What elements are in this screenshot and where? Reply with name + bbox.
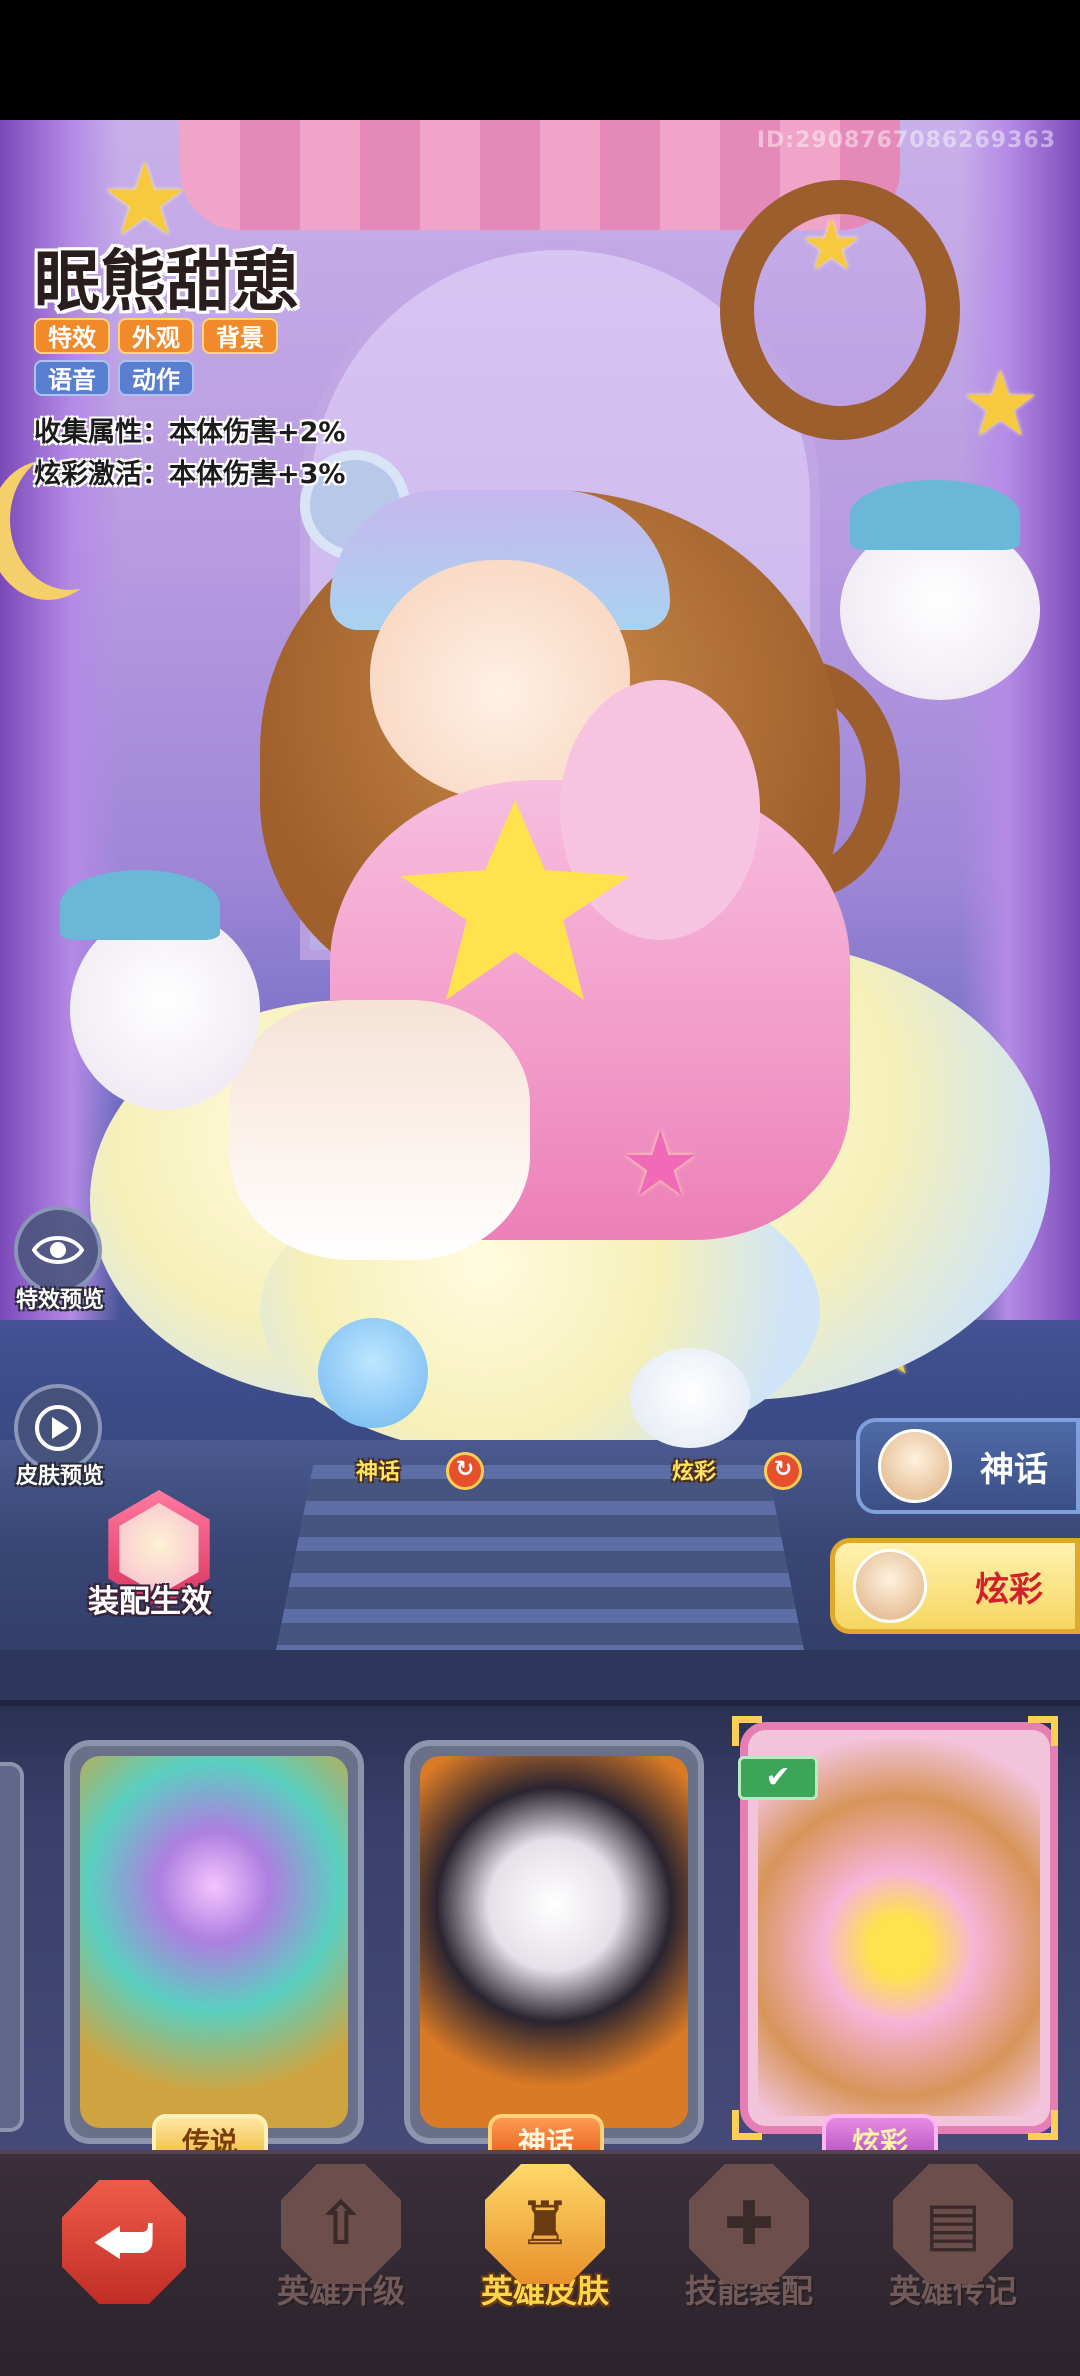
stage-stairs [270,1465,810,1680]
skin-icon: ♜ [485,2164,605,2284]
swap-pet-myth-icon[interactable]: ↻ [446,1452,484,1490]
status-bar [0,0,1080,120]
skin-card-partial[interactable] [0,1762,24,2132]
pink-star-decoration: ★ [620,1112,701,1217]
selection-corner [732,2110,762,2140]
equip-label: 装配生效 [88,1584,212,1620]
nav-hero-upgrade[interactable]: ⇧ 英雄升级 [256,2164,426,2364]
pet-color[interactable] [630,1348,750,1448]
variant-avatar [853,1549,927,1623]
variant-avatar [878,1429,952,1503]
effect-preview-button[interactable] [14,1206,102,1294]
tag-voice: 语音 [34,360,110,396]
stage-floor [0,1650,1080,1700]
tag-appearance: 外观 [118,318,194,354]
sword-icon: ✚ [689,2164,809,2284]
skin-title: 眠熊甜憩 [34,243,298,320]
variant-tab-color[interactable]: 炫彩 [830,1538,1080,1634]
skin-card-art [420,1756,688,2128]
variant-tab-color-label: 炫彩 [975,1569,1043,1610]
back-arrow-icon: ⮨ [94,2205,154,2279]
skin-feature-tags: 特效 外观 背景 [34,318,278,354]
tag-motion: 动作 [118,360,194,396]
equipped-check-icon: ✔ [738,1756,818,1800]
pet-color-label: 炫彩 [672,1460,717,1485]
nav-hero-skin[interactable]: ♜ 英雄皮肤 [460,2164,630,2364]
character-legs [230,1000,530,1260]
swap-pet-color-icon[interactable]: ↻ [764,1452,802,1490]
nav-hero-biography[interactable]: ▤ 英雄传记 [868,2164,1038,2364]
eye-icon [32,1236,84,1264]
skin-card-art [80,1756,348,2128]
hair-ponytail [720,180,960,440]
skin-feature-tags: 语音 动作 [34,360,194,396]
effect-preview-label: 特效预览 [15,1288,104,1313]
tag-background: 背景 [202,318,278,354]
selection-corner [1028,1716,1058,1746]
teddy-bear-left [70,910,260,1110]
back-button[interactable]: ⮨ [62,2180,186,2304]
nav-skill-equip[interactable]: ✚ 技能装配 [664,2164,834,2364]
skin-preview-label: 皮肤预览 [15,1464,104,1489]
player-id: ID:2908767086269363 [756,128,1056,153]
color-attribute: 炫彩激活：本体伤害+3% [34,459,346,490]
tag-effect: 特效 [34,318,110,354]
star-decoration: ★ [960,352,1041,457]
upgrade-arrow-icon: ⇧ [281,2164,401,2284]
collect-attribute: 收集属性：本体伤害+2% [34,417,346,448]
teddy-nightcap [60,870,220,940]
pet-myth[interactable] [318,1318,428,1428]
selection-corner [732,1716,762,1746]
play-icon [35,1405,81,1451]
selection-corner [1028,2110,1058,2140]
book-icon: ▤ [893,2164,1013,2284]
variant-tab-myth-label: 神话 [980,1449,1048,1490]
teddy-nightcap [850,480,1020,550]
skin-card-legend[interactable] [64,1740,364,2144]
variant-tab-myth[interactable]: 神话 [856,1418,1080,1514]
skin-card-myth[interactable] [404,1740,704,2144]
pet-myth-label: 神话 [356,1460,401,1485]
